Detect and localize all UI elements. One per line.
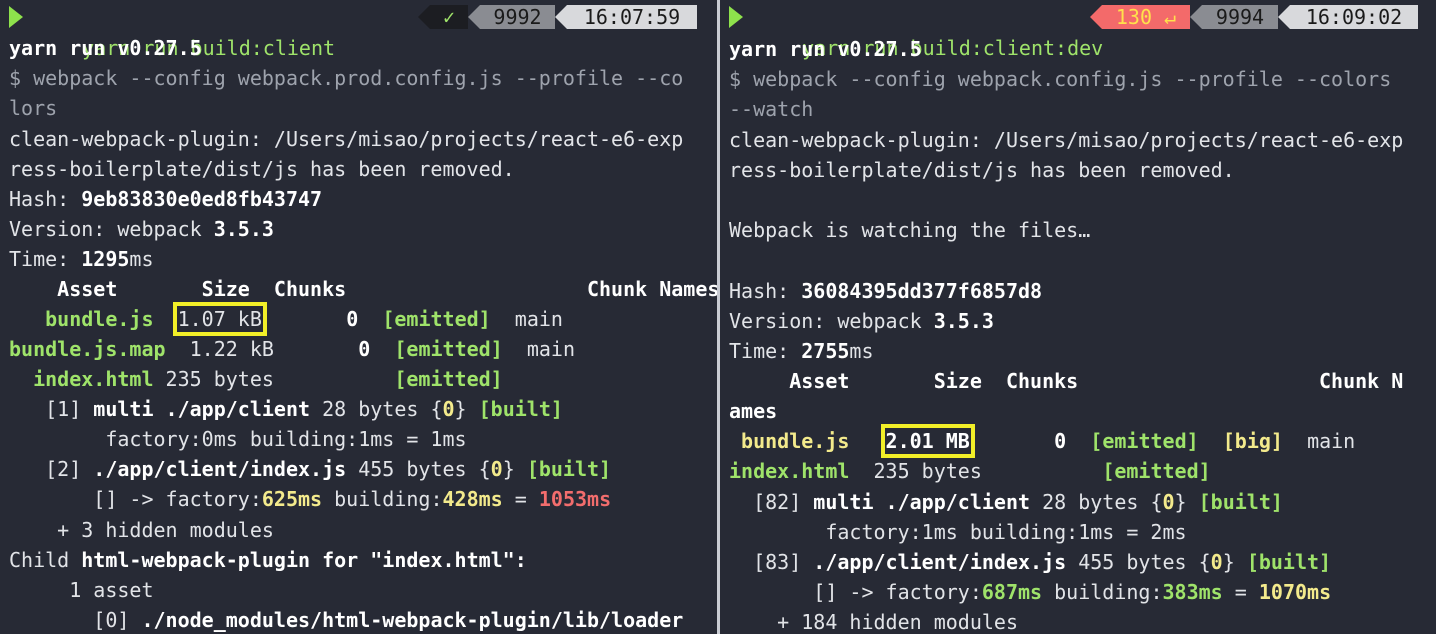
- clock-time-badge: 16:07:59: [567, 5, 697, 29]
- exit-status-ok-badge: ✓: [430, 5, 468, 29]
- module-1-profile: factory:0ms building:1ms = 1ms: [9, 427, 467, 451]
- hash-line: Hash: 9eb83830e0ed8fb43747: [9, 187, 323, 211]
- clock-time-badge: 16:09:02: [1290, 5, 1418, 29]
- asset-table-header: Asset Size Chunks Chunk N: [729, 369, 1404, 393]
- yarn-version-line: yarn run v0.27.5: [729, 37, 922, 61]
- left-terminal-pane[interactable]: yarn run build:client ✓ 9992 16:07:59 ya…: [0, 0, 717, 634]
- webpack-version-line: Version: webpack 3.5.3: [9, 217, 274, 241]
- hidden-modules-line: + 3 hidden modules: [9, 518, 274, 542]
- webpack-command-line-wrap: lors: [9, 96, 58, 120]
- hash-line: Hash: 36084395dd377f6857d8: [729, 279, 1043, 303]
- yarn-version-line: yarn run v0.27.5: [9, 36, 202, 60]
- child-asset-count: 1 asset: [9, 578, 154, 602]
- segment-arrow-icon: [555, 5, 567, 29]
- asset-table-header: Asset Size Chunks Chunk Names: [9, 277, 717, 301]
- segment-arrow-icon: [1278, 5, 1290, 29]
- webpack-command-line: $ webpack --config webpack.config.js --p…: [729, 67, 1392, 91]
- prompt-arrow-icon: [729, 6, 743, 28]
- module-line-1: [1] multi ./app/client 28 bytes {0} [bui…: [9, 397, 563, 421]
- module-2-profile: [] -> factory:625ms building:428ms = 105…: [9, 487, 612, 511]
- module-82-profile: factory:1ms building:1ms = 2ms: [729, 520, 1187, 544]
- asset-table-header-wrap: ames: [729, 399, 778, 423]
- hidden-modules-line: + 184 hidden modules: [729, 610, 1018, 634]
- module-line-83: [83] ./app/client/index.js 455 bytes {0}…: [729, 550, 1332, 574]
- build-time-line: Time: 1295ms: [9, 247, 154, 271]
- segment-arrow-icon: [1090, 5, 1102, 29]
- highlighted-size: 2.01 MB: [880, 424, 975, 458]
- clean-plugin-line-wrap: ress-boilerplate/dist/js has been remove…: [729, 158, 1235, 182]
- module-line-82: [82] multi ./app/client 28 bytes {0} [bu…: [729, 490, 1283, 514]
- asset-row-index-html: index.html 235 bytes [emitted]: [729, 459, 1211, 483]
- asset-row-index-html: index.html 235 bytes [emitted]: [9, 367, 503, 391]
- right-terminal-pane[interactable]: yarn run build:client:dev 130 ↵ 9994 16:…: [720, 0, 1436, 634]
- module-83-profile: [] -> factory:687ms building:383ms = 107…: [729, 580, 1332, 604]
- history-number-badge: 9994: [1202, 5, 1278, 29]
- clean-plugin-line-wrap: ress-boilerplate/dist/js has been remove…: [9, 157, 515, 181]
- webpack-command-line-wrap: --watch: [729, 97, 814, 121]
- child-plugin-line: Child html-webpack-plugin for "index.htm…: [9, 548, 527, 572]
- asset-row-bundle-js: bundle.js 2.01 MB 0 [emitted] [big] main: [729, 424, 1356, 458]
- prompt-arrow-icon: [9, 6, 23, 28]
- highlighted-size: 1.07 kB: [172, 302, 267, 336]
- segment-arrow-icon: [468, 5, 480, 29]
- loader-module-line: [0] ./node_modules/html-webpack-plugin/l…: [9, 608, 684, 632]
- segment-arrow-icon: [1190, 5, 1202, 29]
- build-time-line: Time: 2755ms: [729, 339, 874, 363]
- clean-plugin-line: clean-webpack-plugin: /Users/misao/proje…: [729, 128, 1404, 152]
- clean-plugin-line: clean-webpack-plugin: /Users/misao/proje…: [9, 127, 684, 151]
- segment-arrow-icon: [418, 5, 430, 29]
- watching-line: Webpack is watching the files…: [729, 218, 1091, 242]
- webpack-command-line: $ webpack --config webpack.prod.config.j…: [9, 66, 684, 90]
- asset-row-bundle-js: bundle.js 1.07 kB 0 [emitted] main: [9, 302, 563, 336]
- asset-row-bundle-map: bundle.js.map 1.22 kB 0 [emitted] main: [9, 337, 576, 361]
- history-number-badge: 9992: [480, 5, 555, 29]
- module-line-2: [2] ./app/client/index.js 455 bytes {0} …: [9, 457, 612, 481]
- webpack-version-line: Version: webpack 3.5.3: [729, 309, 994, 333]
- exit-code-badge: 130 ↵: [1102, 5, 1190, 29]
